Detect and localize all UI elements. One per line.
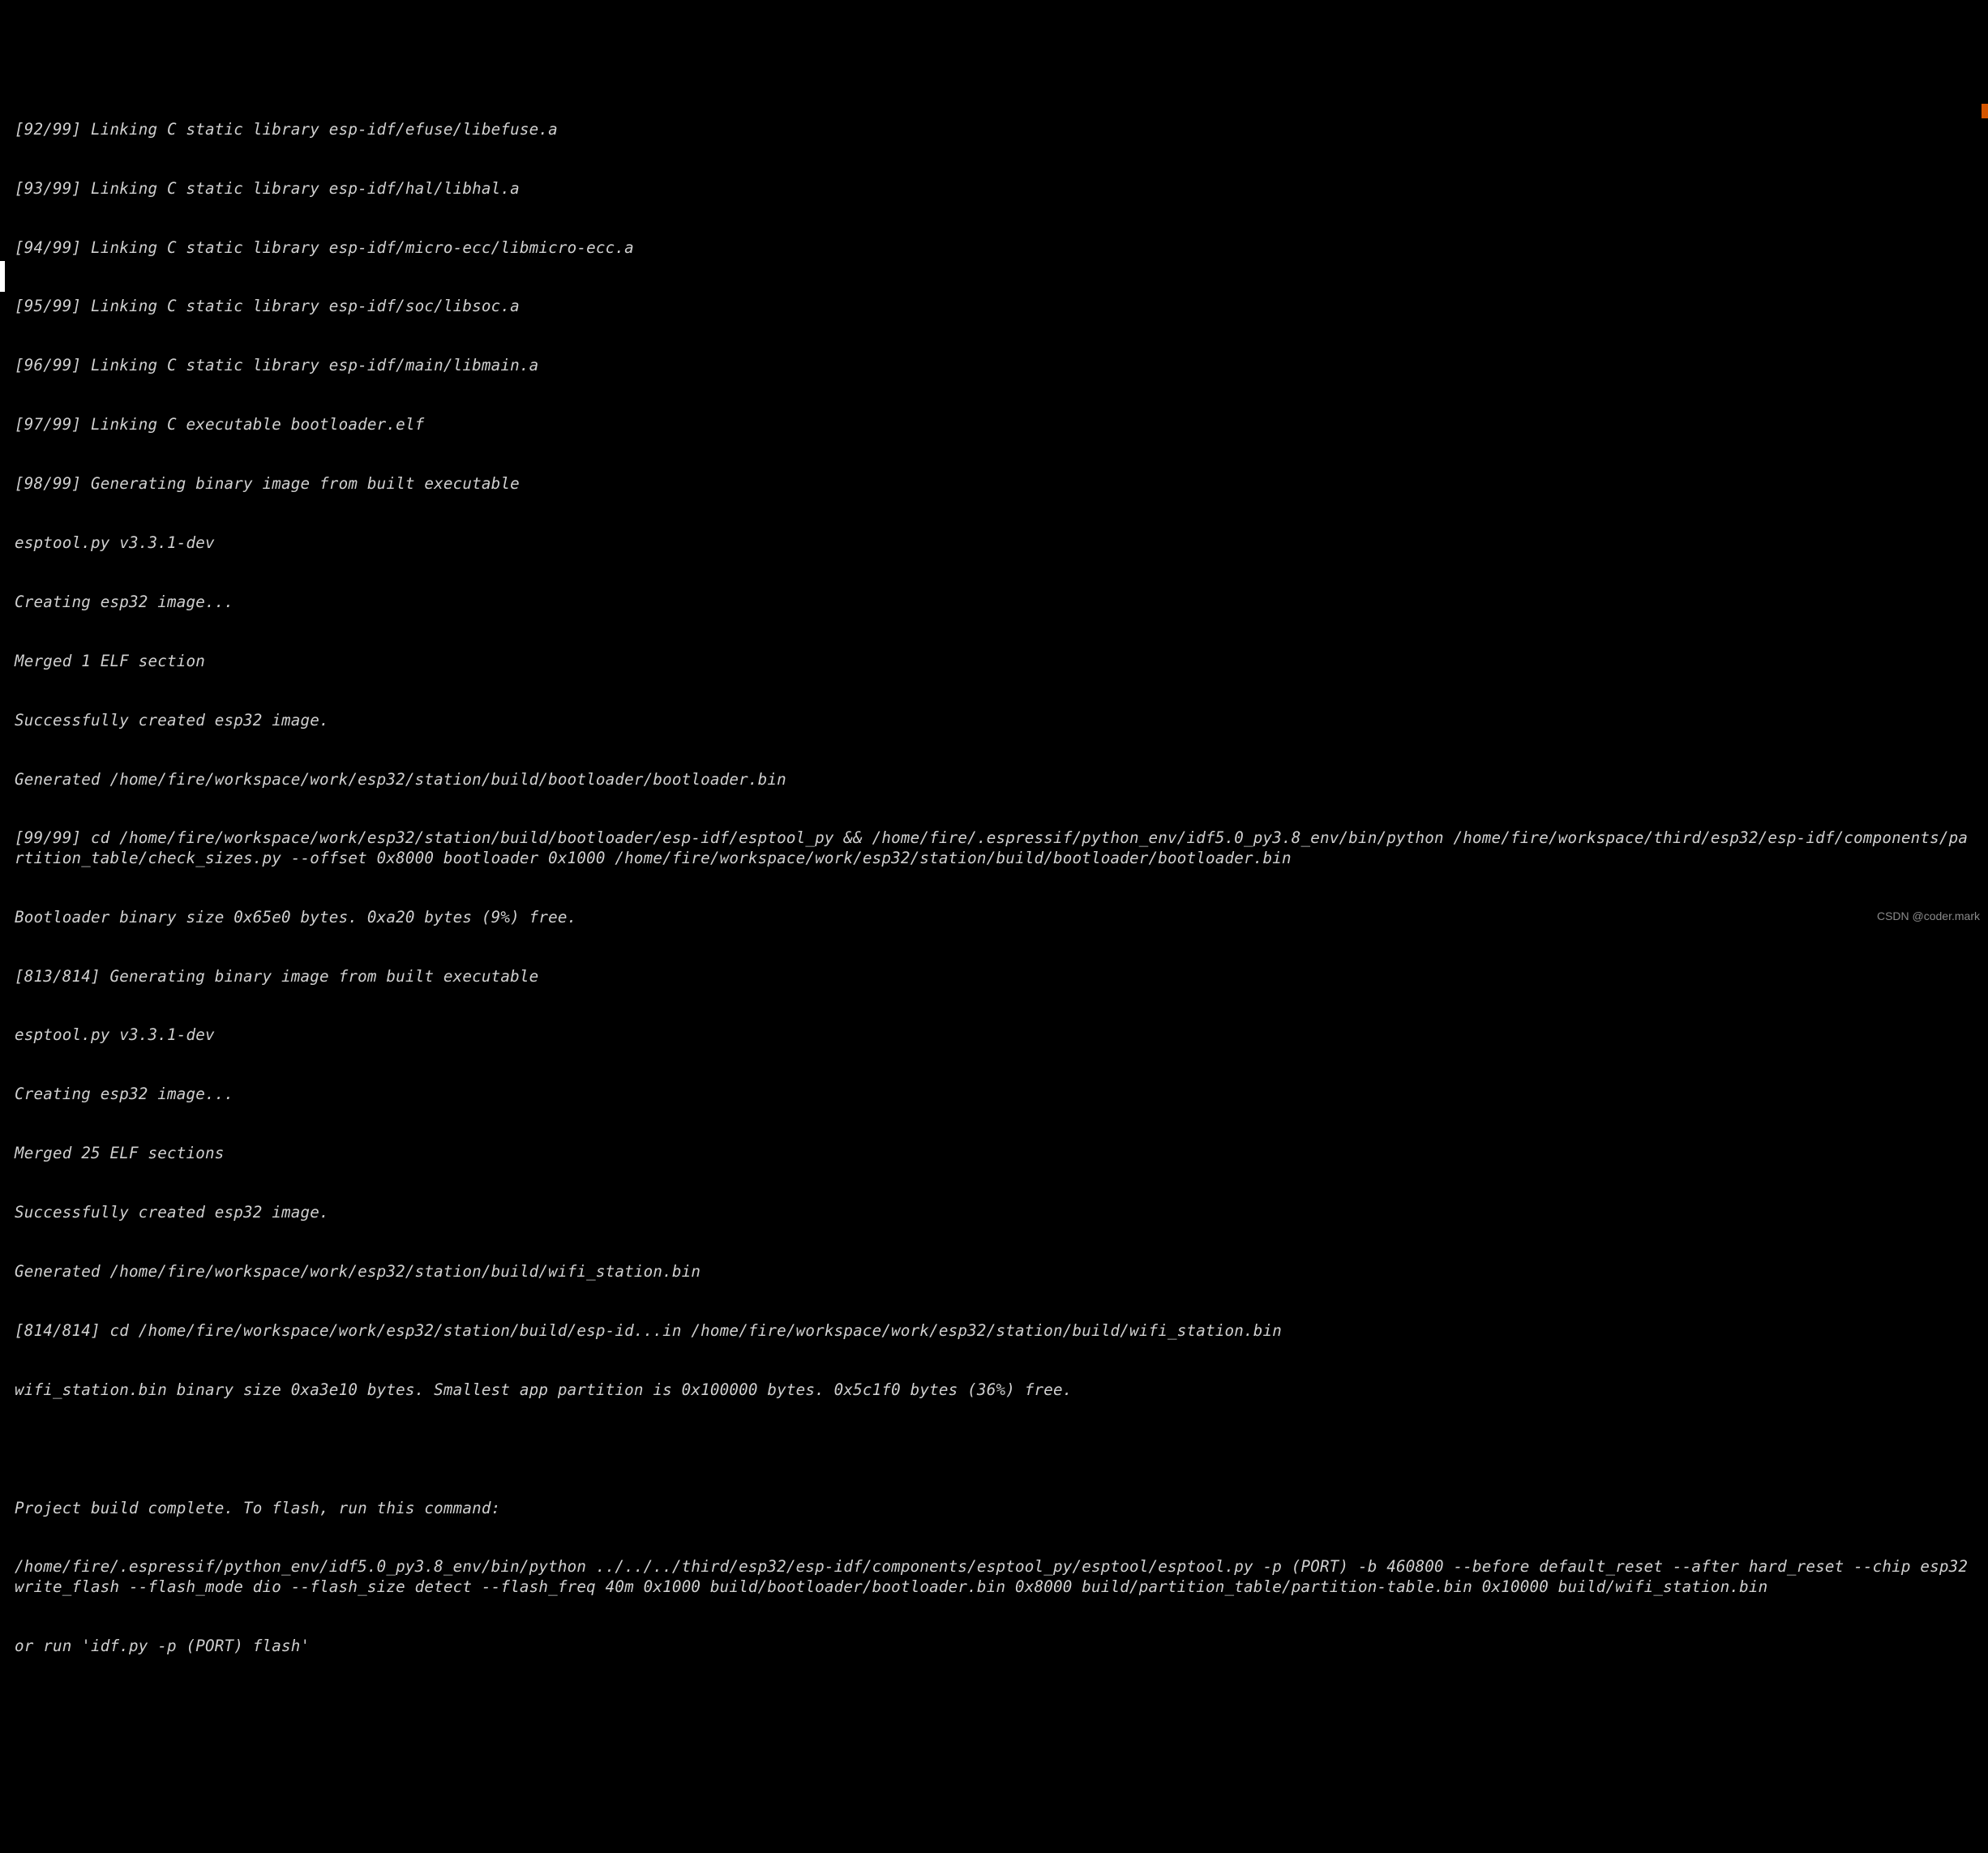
- terminal-output: [92/99] Linking C static library esp-idf…: [15, 80, 1973, 1675]
- status-line: Merged 1 ELF section: [15, 652, 1973, 671]
- success-line: Successfully created esp32 image.: [15, 1203, 1973, 1222]
- build-complete-line: Project build complete. To flash, run th…: [15, 1499, 1973, 1518]
- build-step-line: [92/99] Linking C static library esp-idf…: [15, 120, 1973, 139]
- build-step-line: [814/814] cd /home/fire/workspace/work/e…: [15, 1321, 1973, 1341]
- build-step-line: [99/99] cd /home/fire/workspace/work/esp…: [15, 828, 1973, 868]
- status-line: Merged 25 ELF sections: [15, 1144, 1973, 1163]
- left-edge-indicator: [0, 261, 5, 292]
- build-step-line: [93/99] Linking C static library esp-idf…: [15, 179, 1973, 199]
- tool-version-line: esptool.py v3.3.1-dev: [15, 533, 1973, 553]
- blank-line: [15, 1440, 1973, 1459]
- binary-size-line: Bootloader binary size 0x65e0 bytes. 0xa…: [15, 908, 1973, 927]
- binary-size-line: wifi_station.bin binary size 0xa3e10 byt…: [15, 1380, 1973, 1400]
- build-step-line: [98/99] Generating binary image from bui…: [15, 474, 1973, 494]
- tool-version-line: esptool.py v3.3.1-dev: [15, 1025, 1973, 1045]
- generated-path-line: Generated /home/fire/workspace/work/esp3…: [15, 770, 1973, 790]
- build-step-line: [95/99] Linking C static library esp-idf…: [15, 297, 1973, 316]
- build-step-line: [813/814] Generating binary image from b…: [15, 967, 1973, 986]
- success-line: Successfully created esp32 image.: [15, 711, 1973, 730]
- build-step-line: [94/99] Linking C static library esp-idf…: [15, 238, 1973, 258]
- status-line: Creating esp32 image...: [15, 593, 1973, 612]
- scrollbar-thumb[interactable]: [1982, 104, 1988, 118]
- generated-path-line: Generated /home/fire/workspace/work/esp3…: [15, 1262, 1973, 1282]
- build-step-line: [97/99] Linking C executable bootloader.…: [15, 415, 1973, 434]
- build-step-line: [96/99] Linking C static library esp-idf…: [15, 356, 1973, 375]
- status-line: Creating esp32 image...: [15, 1085, 1973, 1104]
- flash-command-line: /home/fire/.espressif/python_env/idf5.0_…: [15, 1557, 1973, 1597]
- watermark-text: CSDN @coder.mark: [1877, 906, 1980, 926]
- flash-alt-line: or run 'idf.py -p (PORT) flash': [15, 1637, 1973, 1656]
